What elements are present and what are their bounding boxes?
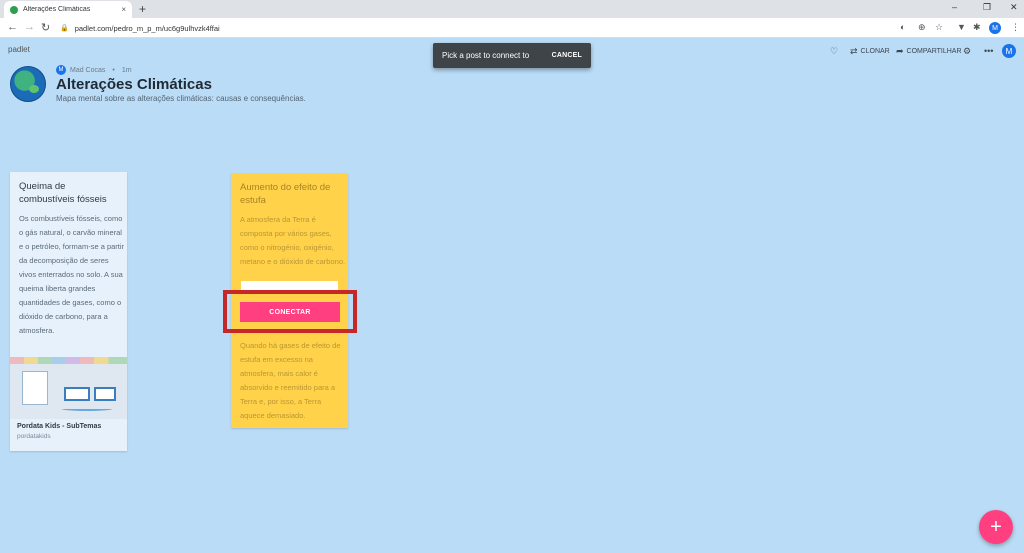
url-text: padlet.com/pedro_m_p_m/uc6g9ulhvzk4ffai xyxy=(74,23,220,33)
post-body-continued: Quando há gases de efeito de estufa em e… xyxy=(240,341,341,420)
link-host: pordatakids xyxy=(17,433,51,440)
reload-icon[interactable]: ↻ xyxy=(41,21,50,34)
close-window-icon[interactable]: ✕ xyxy=(1010,2,1018,13)
text-highlight-bar xyxy=(241,281,338,290)
translate-icon[interactable]: ◐ xyxy=(900,22,905,32)
globe-icon xyxy=(10,66,46,102)
share-label: COMPARTILHAR xyxy=(906,48,962,55)
tab-close-icon[interactable]: × xyxy=(121,5,126,14)
remake-icon: ⇄ xyxy=(850,46,858,56)
link-preview-image[interactable] xyxy=(10,357,127,419)
time-ago: 1m xyxy=(121,66,132,74)
browser-profile-avatar[interactable]: M xyxy=(989,22,1001,34)
clone-button[interactable]: ⇄ CLONAR xyxy=(850,46,890,57)
zoom-icon[interactable]: ⊕ xyxy=(918,22,926,33)
author-avatar: M xyxy=(56,65,66,75)
browser-toolbar: ← → ↻ 🔒 padlet.com/pedro_m_p_m/uc6g9ulhv… xyxy=(0,18,1024,38)
puzzle-icon[interactable]: ✱ xyxy=(973,22,981,33)
maximize-icon[interactable]: ❐ xyxy=(983,2,991,13)
heart-icon[interactable]: ♡ xyxy=(830,46,841,57)
share-icon: ➦ xyxy=(896,46,904,56)
lock-icon: 🔒 xyxy=(60,25,69,32)
link-title[interactable]: Pordata Kids - SubTemas xyxy=(17,423,101,430)
user-avatar[interactable]: M xyxy=(1002,44,1016,58)
annotation-highlight-box xyxy=(223,290,357,333)
cancel-button[interactable]: CANCEL xyxy=(552,52,582,59)
more-icon[interactable]: ••• xyxy=(984,46,996,56)
forward-icon[interactable]: → xyxy=(24,21,35,33)
snackbar-message: Pick a post to connect to xyxy=(442,51,530,60)
author-name: Mad Cocas xyxy=(70,66,106,74)
new-tab-button[interactable]: + xyxy=(139,2,146,16)
page-subtitle: Mapa mental sobre as alterações climátic… xyxy=(56,94,306,103)
minimize-icon[interactable]: – xyxy=(952,2,957,12)
address-bar[interactable]: 🔒 padlet.com/pedro_m_p_m/uc6g9ulhvzk4ffa… xyxy=(60,20,955,36)
author-line: M Mad Cocas • 1m xyxy=(56,65,132,75)
connect-snackbar: Pick a post to connect to CANCEL xyxy=(433,43,591,68)
post-title: Aumento do efeito de estufa xyxy=(240,182,331,206)
back-icon[interactable]: ← xyxy=(7,21,18,33)
page-title: Alterações Climáticas xyxy=(56,76,212,93)
post-body: Os combustíveis fósseis, como o gás natu… xyxy=(19,214,125,335)
padlet-logo[interactable]: padlet xyxy=(8,45,30,54)
post-body: A atmosfera da Terra é composta por vári… xyxy=(240,215,346,266)
padlet-favicon-icon xyxy=(10,5,18,14)
add-post-button[interactable]: + xyxy=(979,510,1013,544)
tab-title: Alterações Climáticas xyxy=(23,6,91,13)
separator-dot: • xyxy=(112,66,115,74)
browser-tab[interactable]: Alterações Climáticas × xyxy=(4,1,132,18)
chrome-menu-icon[interactable]: ⋮ xyxy=(1011,22,1020,33)
browser-tab-bar: Alterações Climáticas × + – ❐ ✕ xyxy=(0,0,1024,18)
clone-label: CLONAR xyxy=(860,48,890,55)
gear-icon[interactable]: ⚙ xyxy=(963,46,974,57)
post-title: Queima de combustíveis fósseis xyxy=(19,181,107,205)
bookmark-star-icon[interactable]: ☆ xyxy=(935,22,943,33)
share-button[interactable]: ➦ COMPARTILHAR xyxy=(896,46,962,57)
post-card-fossil-fuels[interactable]: Queima de combustíveis fósseis Os combus… xyxy=(10,172,127,451)
extension-icon[interactable]: ▼ xyxy=(957,22,966,32)
